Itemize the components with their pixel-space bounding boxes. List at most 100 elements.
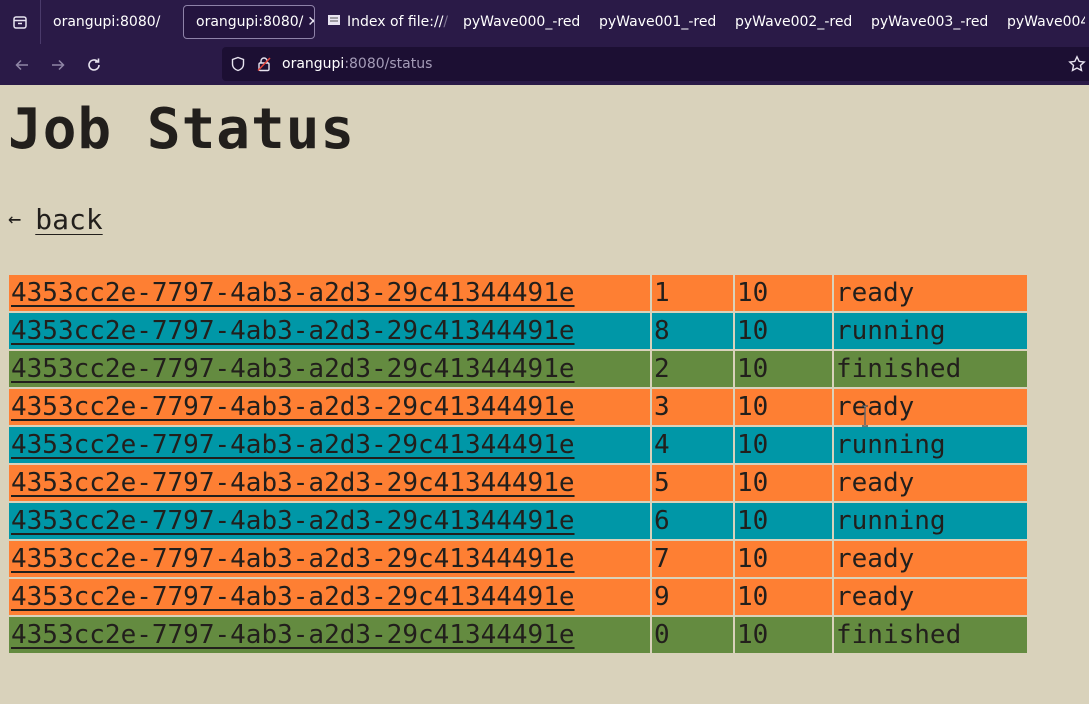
job-row: 4353cc2e-7797-4ab3-a2d3-29c41344491e 6 10 r…: [9, 503, 1027, 539]
browser-tab-label: pyWave003_-red: [871, 14, 989, 30]
browser-tab-label: pyWave001_-red: [599, 14, 717, 30]
job-id-link[interactable]: 4353cc2e-7797-4ab3-a2d3-29c41344491e: [11, 392, 575, 422]
job-id-cell: 4353cc2e-7797-4ab3-a2d3-29c41344491e: [9, 313, 650, 349]
job-id-cell: 4353cc2e-7797-4ab3-a2d3-29c41344491e: [9, 503, 650, 539]
job-id-link[interactable]: 4353cc2e-7797-4ab3-a2d3-29c41344491e: [11, 544, 575, 574]
job-total-text: 10: [737, 278, 769, 308]
job-total-text: 10: [737, 354, 769, 384]
job-number-text: 7: [654, 544, 670, 574]
url-host: orangupi: [282, 56, 345, 72]
job-status-cell: running: [834, 427, 1027, 463]
job-total-cell: 10: [735, 541, 832, 577]
job-number-text: 9: [654, 582, 670, 612]
url-text: orangupi:8080/status: [282, 56, 432, 72]
lock-warning-icon: [257, 57, 271, 72]
job-status-cell: ready: [834, 579, 1027, 615]
browser-tab[interactable]: orangupi:8080/✕: [183, 5, 315, 39]
job-row: 4353cc2e-7797-4ab3-a2d3-29c41344491e 0 10 f…: [9, 617, 1027, 653]
job-total-text: 10: [737, 544, 769, 574]
job-total-text: 10: [737, 392, 769, 422]
job-number-cell: 7: [652, 541, 733, 577]
bookmark-star-icon[interactable]: [1068, 55, 1086, 73]
browser-tab[interactable]: Index of file:///: [315, 5, 451, 39]
job-row: 4353cc2e-7797-4ab3-a2d3-29c41344491e 8 10 r…: [9, 313, 1027, 349]
job-number-cell: 2: [652, 351, 733, 387]
job-total-cell: 10: [735, 389, 832, 425]
browser-tab[interactable]: pyWave001_-red: [587, 5, 723, 39]
job-number-cell: 9: [652, 579, 733, 615]
job-row: 4353cc2e-7797-4ab3-a2d3-29c41344491e 9 10 r…: [9, 579, 1027, 615]
job-id-cell: 4353cc2e-7797-4ab3-a2d3-29c41344491e: [9, 275, 650, 311]
browser-tab-label: pyWave000_-red: [463, 14, 581, 30]
job-id-link[interactable]: 4353cc2e-7797-4ab3-a2d3-29c41344491e: [11, 316, 575, 346]
job-total-text: 10: [737, 316, 769, 346]
job-id-cell: 4353cc2e-7797-4ab3-a2d3-29c41344491e: [9, 579, 650, 615]
back-nav-button[interactable]: [4, 47, 40, 83]
browser-tab[interactable]: orangupi:8080/: [41, 5, 183, 39]
reload-button[interactable]: [76, 47, 112, 83]
job-number-cell: 1: [652, 275, 733, 311]
job-id-cell: 4353cc2e-7797-4ab3-a2d3-29c41344491e: [9, 389, 650, 425]
job-id-link[interactable]: 4353cc2e-7797-4ab3-a2d3-29c41344491e: [11, 278, 575, 308]
job-number-text: 1: [654, 278, 670, 308]
job-total-text: 10: [737, 620, 769, 650]
job-total-cell: 10: [735, 617, 832, 653]
job-row: 4353cc2e-7797-4ab3-a2d3-29c41344491e 4 10 r…: [9, 427, 1027, 463]
job-id-link[interactable]: 4353cc2e-7797-4ab3-a2d3-29c41344491e: [11, 582, 575, 612]
job-status-text: ready: [836, 582, 915, 612]
job-status-text: ready: [836, 544, 915, 574]
job-status-cell: finished: [834, 617, 1027, 653]
job-total-cell: 10: [735, 427, 832, 463]
job-total-text: 10: [737, 430, 769, 460]
job-number-text: 0: [654, 620, 670, 650]
job-status-text: finished: [836, 620, 962, 650]
browser-tab-label: orangupi:8080/: [53, 14, 161, 30]
job-total-text: 10: [737, 582, 769, 612]
job-id-link[interactable]: 4353cc2e-7797-4ab3-a2d3-29c41344491e: [11, 468, 575, 498]
job-status-text: ready: [836, 392, 915, 422]
job-id-cell: 4353cc2e-7797-4ab3-a2d3-29c41344491e: [9, 351, 650, 387]
job-row: 4353cc2e-7797-4ab3-a2d3-29c41344491e 3 10 r…: [9, 389, 1027, 425]
page-title: Job Status: [8, 97, 356, 162]
tab-strip: orangupi:8080/orangupi:8080/✕Index of fi…: [0, 0, 1089, 44]
tab-list-icon: [13, 16, 27, 29]
job-status-cell: finished: [834, 351, 1027, 387]
back-link[interactable]: back: [35, 203, 102, 236]
job-status-cell: ready: [834, 465, 1027, 501]
browser-tab[interactable]: pyWave002_-red: [723, 5, 859, 39]
job-total-cell: 10: [735, 503, 832, 539]
browser-tab-label: pyWave002_-red: [735, 14, 853, 30]
job-row: 4353cc2e-7797-4ab3-a2d3-29c41344491e 2 10 f…: [9, 351, 1027, 387]
job-status-text: ready: [836, 468, 915, 498]
job-number-text: 8: [654, 316, 670, 346]
job-status-text: finished: [836, 354, 962, 384]
browser-tab-label: pyWave004_: [1007, 14, 1085, 30]
job-id-link[interactable]: 4353cc2e-7797-4ab3-a2d3-29c41344491e: [11, 430, 575, 460]
job-number-text: 3: [654, 392, 670, 422]
job-number-cell: 5: [652, 465, 733, 501]
job-status-cell: running: [834, 503, 1027, 539]
job-number-cell: 0: [652, 617, 733, 653]
page-content: Job Status ← back 4353cc2e-7797-4ab3-a2d…: [0, 85, 1089, 704]
forward-nav-button[interactable]: [40, 47, 76, 83]
job-status-cell: ready: [834, 541, 1027, 577]
tab-list-button[interactable]: [0, 0, 41, 44]
job-id-link[interactable]: 4353cc2e-7797-4ab3-a2d3-29c41344491e: [11, 620, 575, 650]
job-id-link[interactable]: 4353cc2e-7797-4ab3-a2d3-29c41344491e: [11, 354, 575, 384]
arrow-right-icon: [52, 59, 65, 70]
browser-tab[interactable]: pyWave000_-red: [451, 5, 587, 39]
job-number-cell: 8: [652, 313, 733, 349]
job-number-text: 4: [654, 430, 670, 460]
browser-tab[interactable]: pyWave004_: [995, 5, 1085, 39]
job-id-link[interactable]: 4353cc2e-7797-4ab3-a2d3-29c41344491e: [11, 506, 575, 536]
job-status-table: 4353cc2e-7797-4ab3-a2d3-29c41344491e 1 10 r…: [7, 273, 1029, 655]
browser-tab[interactable]: pyWave003_-red: [859, 5, 995, 39]
close-tab-icon[interactable]: ✕: [307, 14, 314, 30]
job-total-cell: 10: [735, 579, 832, 615]
job-number-cell: 6: [652, 503, 733, 539]
url-bar[interactable]: orangupi:8080/status: [222, 47, 1089, 81]
job-status-cell: running: [834, 313, 1027, 349]
shield-icon: [231, 56, 245, 72]
navigation-toolbar: orangupi:8080/status: [0, 44, 1089, 85]
job-status-text: running: [836, 506, 946, 536]
